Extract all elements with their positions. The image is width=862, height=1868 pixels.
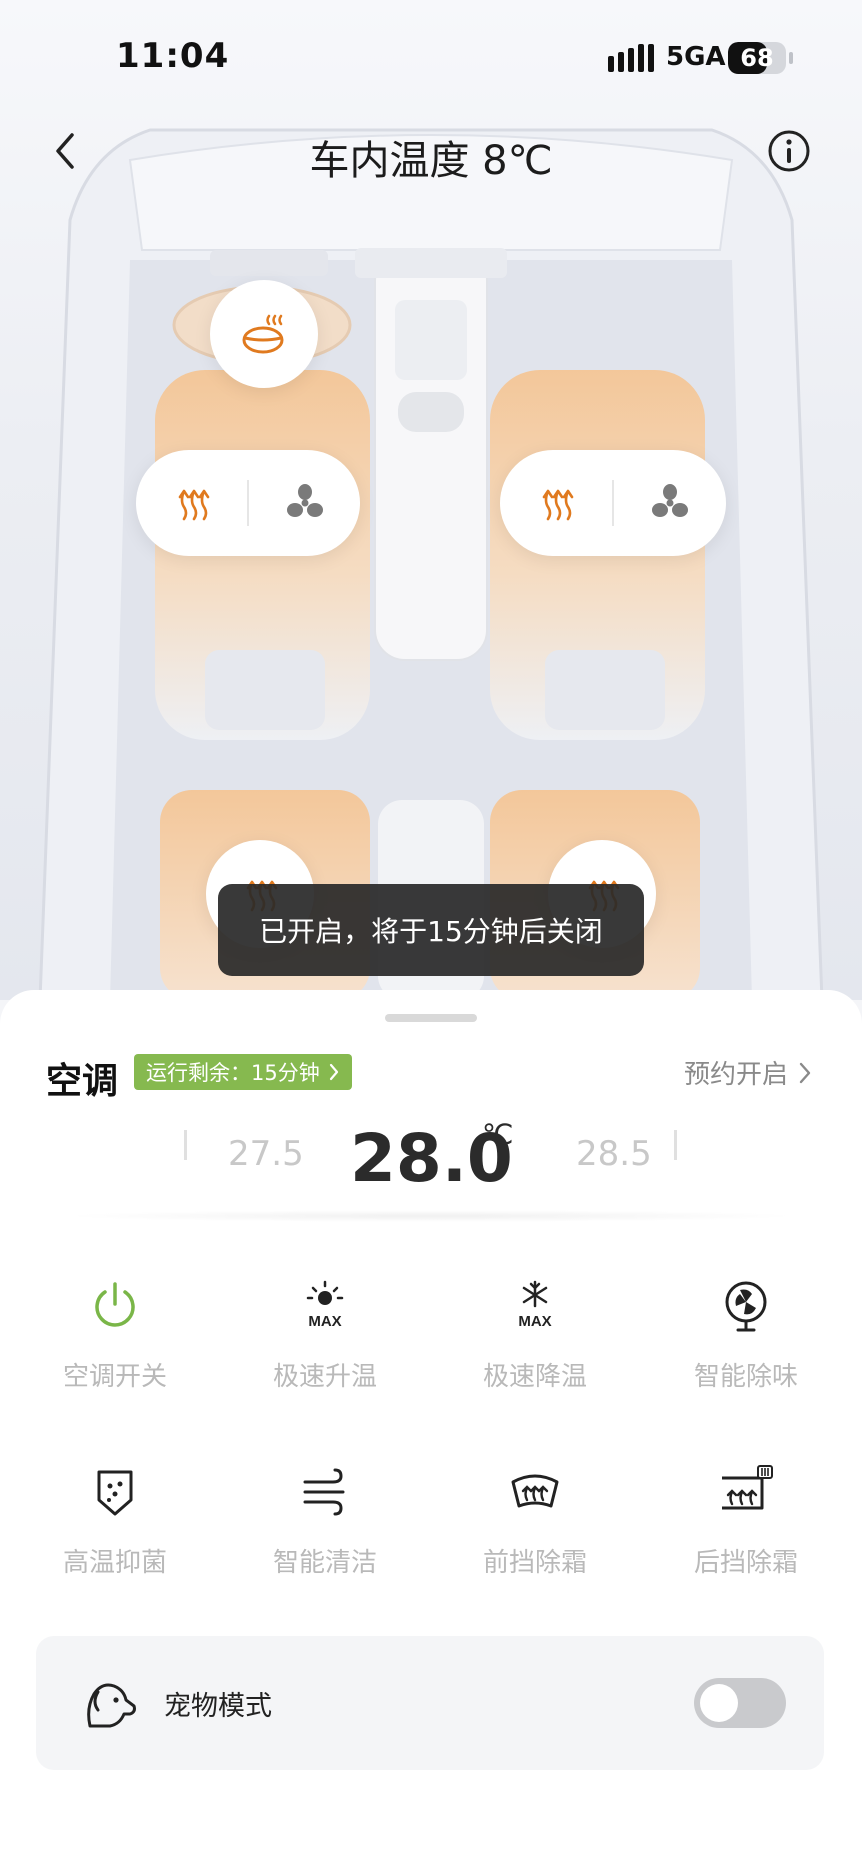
- shield-sterilize-icon: [97, 1470, 133, 1516]
- chevron-right-icon: [329, 1063, 338, 1081]
- smart-clean-button[interactable]: 智能清洁: [235, 1462, 415, 1602]
- steering-wheel-heat-icon: [242, 314, 284, 354]
- function-label: 智能除味: [693, 1362, 798, 1392]
- battery-percent: 68: [740, 44, 774, 72]
- pet-mode-toggle[interactable]: [694, 1678, 786, 1728]
- rear-defrost-button[interactable]: 后挡除霜: [656, 1462, 836, 1602]
- high-temp-sterilize-button[interactable]: 高温抑菌: [25, 1462, 205, 1602]
- function-label: 智能清洁: [272, 1548, 377, 1578]
- passenger-seat-controls: [500, 450, 726, 556]
- dog-icon: [87, 1683, 136, 1728]
- run-remaining-badge[interactable]: 运行剩余：15分钟: [134, 1054, 352, 1090]
- driver-seat-heat-button[interactable]: [136, 450, 247, 556]
- temperature-picker[interactable]: 27.5 28.0 ℃ 28.5: [60, 1110, 802, 1220]
- fan-deodorize-icon: [725, 1281, 767, 1332]
- car-interior-view: 11:04 5GA 68 车内温度 8℃ 已开启，将于15分钟后关闭: [0, 0, 862, 1000]
- pet-mode-label: 宠物模式: [164, 1691, 272, 1722]
- function-label: 空调开关: [62, 1362, 167, 1392]
- ac-title: 空调: [46, 1061, 119, 1102]
- schedule-button[interactable]: 预约开启: [684, 1054, 812, 1091]
- power-icon: [95, 1282, 135, 1327]
- rear-defrost-icon: [722, 1465, 773, 1510]
- toggle-knob: [700, 1684, 738, 1722]
- battery-icon: 68: [728, 42, 786, 74]
- temp-tick: [184, 1130, 187, 1160]
- signal-icon: [608, 44, 654, 72]
- seat-heat-icon: [542, 489, 574, 521]
- status-bar: 11:04 5GA 68: [0, 0, 862, 120]
- status-time: 11:04: [116, 36, 230, 76]
- sheet-drag-handle[interactable]: [385, 1014, 477, 1022]
- fan-icon: [652, 484, 688, 517]
- temp-picker-shadow: [60, 1210, 802, 1222]
- network-label: 5GA: [666, 42, 726, 72]
- function-label: 极速升温: [272, 1362, 377, 1392]
- wind-clean-icon: [303, 1468, 345, 1516]
- passenger-seat-vent-button[interactable]: [614, 450, 726, 556]
- fan-icon: [286, 484, 323, 517]
- front-defrost-button[interactable]: 前挡除霜: [445, 1462, 625, 1602]
- temp-unit: ℃: [482, 1118, 514, 1151]
- function-label: 高温抑菌: [62, 1548, 167, 1578]
- chevron-right-icon: [799, 1062, 811, 1083]
- function-label: 后挡除霜: [693, 1548, 798, 1578]
- steering-wheel-heat-button[interactable]: [210, 280, 318, 388]
- svg-text:MAX: MAX: [518, 1313, 551, 1330]
- driver-seat-controls: [136, 450, 360, 556]
- function-label: 极速降温: [482, 1362, 587, 1392]
- ac-control-sheet: 空调 运行剩余：15分钟 预约开启 27.5 28.0 ℃ 28.5 空调开关: [0, 990, 862, 1868]
- sun-max-icon: MAX: [306, 1280, 344, 1330]
- passenger-seat-heat-button[interactable]: [500, 450, 612, 556]
- rapid-heat-button[interactable]: MAX 极速升温: [235, 1276, 415, 1416]
- battery-tip: [789, 52, 793, 64]
- pet-mode-row: 宠物模式: [36, 1636, 824, 1770]
- temp-tick: [674, 1130, 677, 1160]
- function-label: 前挡除霜: [482, 1548, 587, 1578]
- rapid-cool-button[interactable]: MAX 极速降温: [445, 1276, 625, 1416]
- snowflake-max-icon: MAX: [518, 1280, 552, 1330]
- temp-higher[interactable]: 28.5: [576, 1134, 652, 1174]
- seat-heat-icon: [178, 489, 209, 521]
- info-icon: [768, 130, 810, 172]
- temp-lower[interactable]: 27.5: [228, 1134, 304, 1174]
- smart-deodorize-button[interactable]: 智能除味: [656, 1276, 836, 1416]
- run-remaining-text: 运行剩余：15分钟: [146, 1061, 320, 1085]
- toast-message: 已开启，将于15分钟后关闭: [218, 884, 644, 976]
- ac-power-button[interactable]: 空调开关: [25, 1276, 205, 1416]
- driver-seat-vent-button[interactable]: [249, 450, 360, 556]
- schedule-label: 预约开启: [683, 1060, 788, 1090]
- info-button[interactable]: [764, 126, 814, 176]
- svg-text:MAX: MAX: [308, 1313, 341, 1330]
- front-defrost-icon: [511, 1474, 559, 1508]
- page-title: 车内温度 8℃: [309, 138, 553, 184]
